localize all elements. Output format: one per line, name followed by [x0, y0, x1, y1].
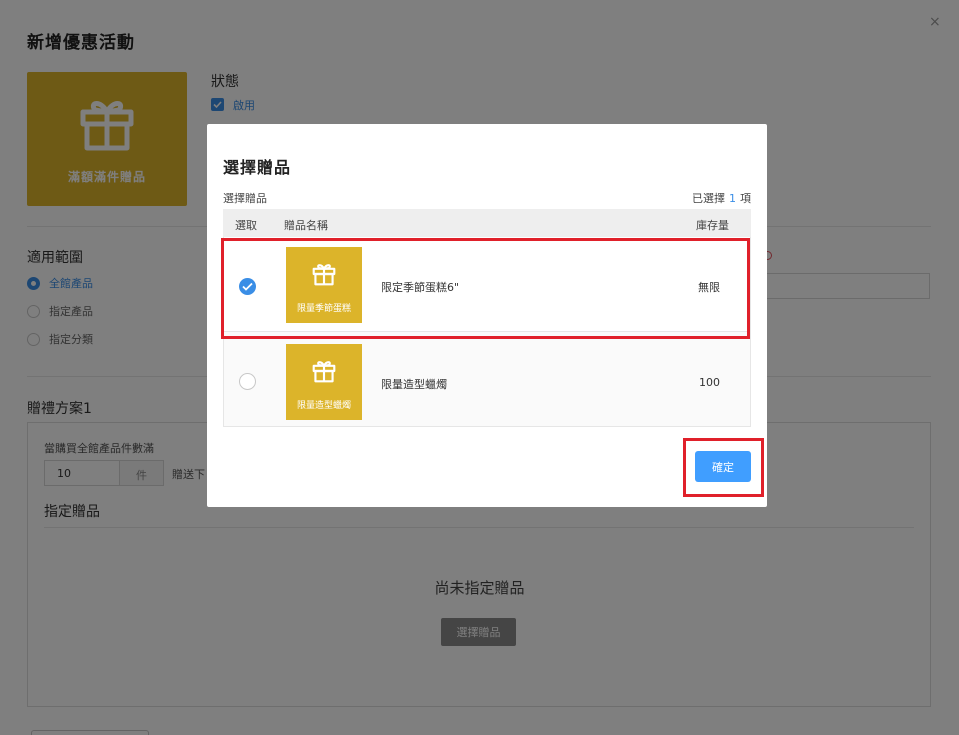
confirm-button[interactable]: 確定 — [695, 451, 751, 482]
selected-prefix: 已選擇 — [692, 192, 725, 205]
row-select-radio[interactable] — [239, 278, 256, 295]
gift-stock: 無限 — [698, 281, 720, 294]
column-header-stock: 庫存量 — [696, 219, 729, 232]
gift-thumbnail-label: 限量造型蠟燭 — [296, 401, 351, 411]
selected-count-number: 1 — [729, 192, 736, 205]
table-row[interactable]: 限量季節蛋糕 限定季節蛋糕6" 無限 — [223, 237, 751, 332]
selected-suffix: 項 — [740, 192, 751, 205]
gift-icon — [312, 361, 336, 383]
gift-thumbnail: 限量造型蠟燭 — [286, 344, 362, 420]
modal-title: 選擇贈品 — [223, 158, 292, 177]
gift-stock: 100 — [699, 376, 720, 389]
gift-thumbnail-label: 限量季節蛋糕 — [296, 304, 351, 314]
check-icon — [242, 282, 253, 291]
gift-thumbnail: 限量季節蛋糕 — [286, 247, 362, 323]
gift-icon — [312, 264, 336, 286]
selected-count: 已選擇 1 項 — [692, 190, 751, 206]
table-header: 選取 贈品名稱 庫存量 — [223, 209, 751, 237]
gift-name: 限定季節蛋糕6" — [381, 281, 460, 294]
row-select-radio[interactable] — [239, 373, 256, 390]
modal-subtitle: 選擇贈品 — [223, 192, 267, 205]
gift-name: 限量造型蠟燭 — [381, 378, 447, 391]
column-header-name: 贈品名稱 — [284, 219, 328, 232]
select-gift-modal: 選擇贈品 選擇贈品 已選擇1項 選取 贈品名稱 庫存量 限量季節蛋糕 限定季 — [207, 124, 767, 507]
column-header-select: 選取 — [235, 219, 257, 232]
table-row[interactable]: 限量造型蠟燭 限量造型蠟燭 100 — [223, 332, 751, 427]
